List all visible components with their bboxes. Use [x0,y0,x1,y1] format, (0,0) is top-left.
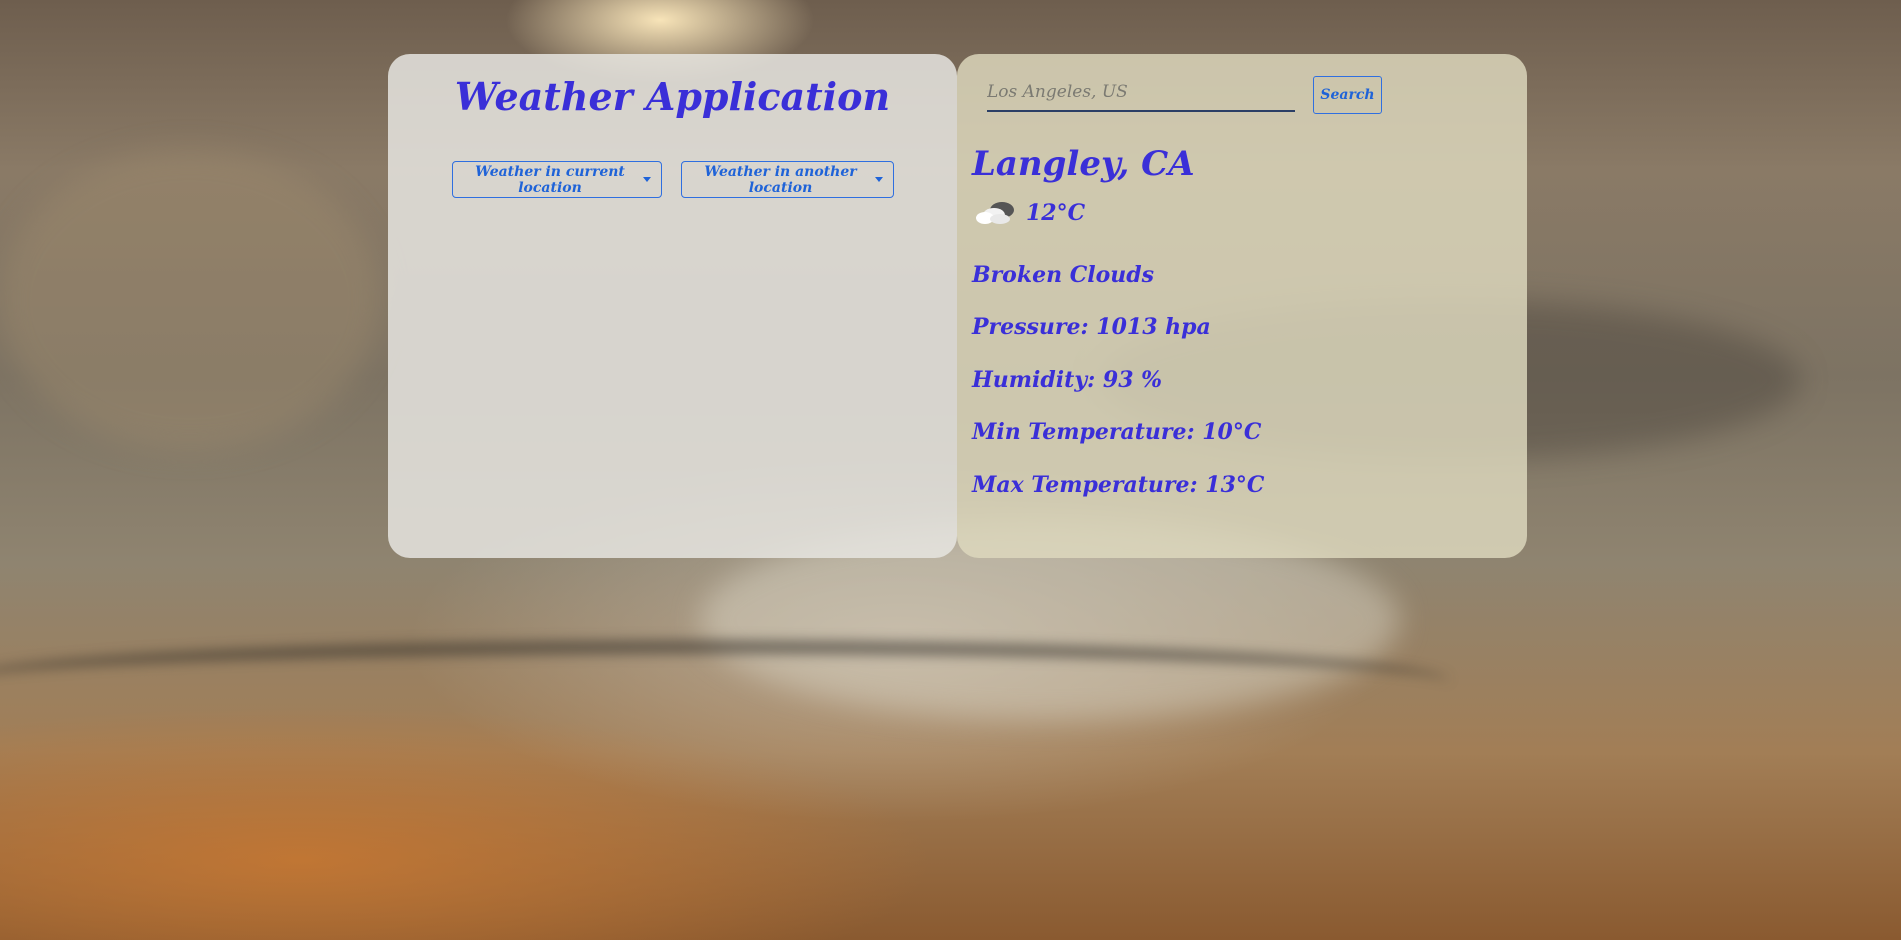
city-name: Langley, CA [972,144,1195,184]
current-location-dropdown[interactable]: Weather in current location [452,161,662,198]
another-location-dropdown[interactable]: Weather in another location [681,161,894,198]
temperature-row: 12°C [974,198,1085,228]
another-location-label: Weather in another location [704,163,857,196]
broken-clouds-icon [974,198,1018,228]
humidity-value: Humidity: 93 % [972,367,1163,393]
current-location-label: Weather in current location [475,163,625,196]
temperature-value: 12°C [1026,200,1086,226]
max-temperature-value: Max Temperature: 13°C [972,472,1265,498]
location-panel: Weather Application Weather in current l… [388,54,957,558]
search-input[interactable] [987,74,1295,112]
weather-description: Broken Clouds [972,262,1155,288]
chevron-down-icon [875,177,883,182]
weather-panel: Search Langley, CA 12°C Broken Clouds Pr… [957,54,1527,558]
min-temperature-value: Min Temperature: 10°C [972,419,1262,445]
app-title: Weather Application [454,74,891,119]
chevron-down-icon [643,177,651,182]
search-button[interactable]: Search [1313,76,1382,114]
pressure-value: Pressure: 1013 hpa [972,314,1211,340]
